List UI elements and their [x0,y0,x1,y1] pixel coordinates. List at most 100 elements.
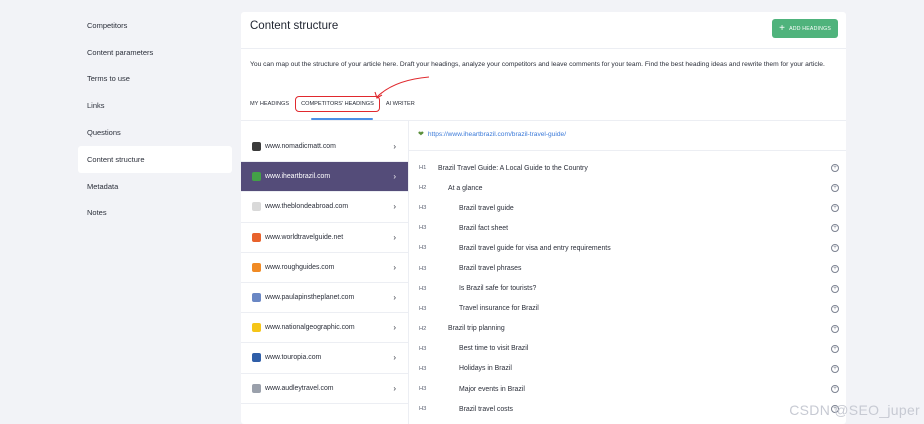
heading-level-tag: H3 [419,225,427,232]
add-heading-icon[interactable]: + [831,364,839,373]
page-title: Content structure [250,20,339,32]
competitor-site-name: www.paulapinstheplanet.com [265,294,355,302]
competitor-item[interactable]: www.nomadicmatt.com › [241,132,408,163]
heading-row: H3 Brazil travel costs + [415,399,840,419]
tab-ai-writer[interactable]: AI WRITER [386,101,415,107]
chevron-right-icon: › [393,293,396,303]
add-heading-icon[interactable]: + [831,164,839,173]
competitor-site-name: www.worldtravelguide.net [265,233,344,241]
heading-row: H3 Is Brazil safe for tourists? + [415,279,840,299]
heading-text: Brazil travel costs [459,405,513,413]
site-favicon-icon [252,353,261,363]
competitor-item[interactable]: www.nationalgeographic.com › [241,313,408,344]
site-favicon-icon [252,202,261,212]
competitor-item[interactable]: www.audleytravel.com › [241,374,408,404]
heading-text: Holidays in Brazil [459,365,512,373]
heading-row: H3 Holidays in Brazil + [415,359,840,379]
chevron-right-icon: › [393,232,396,242]
sidebar: Competitors Content parameters Terms to us… [78,12,232,226]
chevron-right-icon: › [393,172,396,182]
site-favicon-icon [252,383,261,393]
heading-text: Is Brazil safe for tourists? [459,285,537,293]
chevron-right-icon: › [393,202,396,212]
heading-level-tag: H3 [419,205,427,212]
sidebar-item-competitors[interactable]: Competitors [78,12,232,39]
site-favicon-icon [252,323,261,333]
heading-level-tag: H3 [419,386,427,393]
heading-row: H3 Major events in Brazil + [415,379,840,399]
heading-text: Major events in Brazil [459,385,525,393]
heading-row: H2 At a glance + [415,178,840,198]
competitor-item[interactable]: www.touropia.com › [241,343,408,374]
tabs-divider [241,120,846,121]
tab-competitors-headings[interactable]: COMPETITORS' HEADINGS [295,96,380,112]
add-heading-icon[interactable]: + [831,264,839,273]
heading-text: Brazil travel phrases [459,265,522,273]
competitor-item[interactable]: www.roughguides.com › [241,253,408,283]
heading-text: Brazil Travel Guide: A Local Guide to th… [438,164,588,172]
heading-row: H3 Brazil travel guide + [415,198,840,218]
chevron-right-icon: › [393,383,396,393]
heading-text: At a glance [448,184,483,192]
heading-text: Travel insurance for Brazil [459,305,539,313]
competitor-site-name: www.audleytravel.com [265,384,334,392]
heading-level-tag: H3 [419,365,427,372]
competitor-item[interactable]: www.theblondeabroad.com › [241,192,408,223]
heading-level-tag: H3 [419,245,427,252]
column-divider [408,121,409,424]
competitor-site-name: www.nomadicmatt.com [265,143,336,151]
heading-level-tag: H3 [419,345,427,352]
heading-row: H3 Travel insurance for Brazil + [415,299,840,319]
competitor-site-name: www.theblondeabroad.com [265,203,349,211]
heart-favicon-icon: ❤ [418,131,424,138]
competitor-list: www.nomadicmatt.com › www.iheartbrazil.com… [241,132,408,404]
site-favicon-icon [252,172,261,182]
heading-row: H3 Brazil fact sheet + [415,218,840,238]
description: You can map out the structure of your ar… [250,61,825,68]
competitor-site-name: www.nationalgeographic.com [265,324,355,332]
sidebar-item-links[interactable]: Links [78,92,232,119]
add-heading-icon[interactable]: + [831,344,839,353]
chevron-right-icon: › [393,353,396,363]
watermark: CSDN @SEO_juper [789,402,920,418]
heading-outline: H1 Brazil Travel Guide: A Local Guide to … [415,158,840,419]
chevron-right-icon: › [393,323,396,333]
plus-icon: + [779,22,786,34]
sidebar-item-questions[interactable]: Questions [78,119,232,146]
add-heading-icon[interactable]: + [831,284,839,293]
heading-text: Brazil travel guide [459,204,514,212]
chevron-right-icon: › [393,142,396,152]
heading-text: Brazil fact sheet [459,224,509,232]
sidebar-item-terms-to-use[interactable]: Terms to use [78,66,232,93]
competitor-site-name: www.iheartbrazil.com [265,173,331,181]
selected-url[interactable]: https://www.iheartbrazil.com/brazil-trav… [428,131,566,138]
add-headings-label: ADD HEADINGS [789,25,831,32]
tab-my-headings[interactable]: MY HEADINGS [250,101,289,107]
heading-text: Best time to visit Brazil [459,345,529,353]
heading-row: H3 Best time to visit Brazil + [415,339,840,359]
heading-level-tag: H3 [419,406,427,413]
competitor-item[interactable]: www.paulapinstheplanet.com › [241,283,408,314]
heading-row: H3 Brazil travel phrases + [415,258,840,278]
header-divider [241,48,846,49]
selected-url-row[interactable]: ❤ https://www.iheartbrazil.com/brazil-tr… [418,130,566,139]
heading-level-tag: H3 [419,265,427,272]
competitor-item[interactable]: www.worldtravelguide.net › [241,223,408,253]
sidebar-item-metadata[interactable]: Metadata [78,173,232,200]
heading-tabs: MY HEADINGS COMPETITORS' HEADINGS AI WRITE… [250,96,415,112]
heading-level-tag: H2 [419,325,427,332]
site-favicon-icon [252,232,261,242]
sidebar-item-content-parameters[interactable]: Content parameters [78,39,232,66]
add-heading-icon[interactable]: + [831,304,839,313]
add-heading-icon[interactable]: + [831,324,839,333]
sidebar-item-content-structure[interactable]: Content structure [78,145,232,173]
add-headings-button[interactable]: + ADD HEADINGS [772,19,838,38]
heading-level-tag: H1 [419,165,427,172]
heading-row: H2 Brazil trip planning + [415,319,840,339]
competitor-site-name: www.roughguides.com [265,263,335,271]
heading-level-tag: H2 [419,185,427,192]
sidebar-item-notes[interactable]: Notes [78,200,232,227]
competitor-item[interactable]: www.iheartbrazil.com › [241,162,408,193]
heading-text: Brazil trip planning [448,325,505,333]
url-divider [409,150,846,151]
